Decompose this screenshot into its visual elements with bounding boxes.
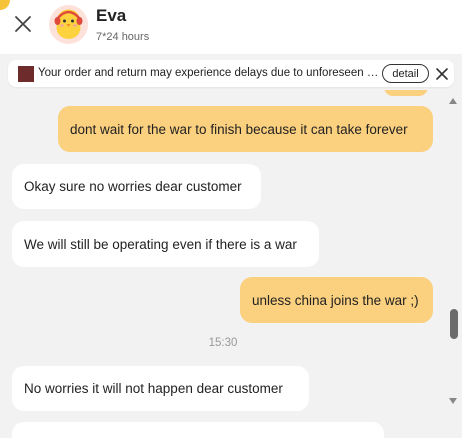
message-text: dont wait for the war to finish because … (70, 121, 408, 137)
message-text: No worries it will not happen dear custo… (24, 381, 283, 396)
agent-name: Eva (96, 6, 127, 25)
scroll-down-arrow-icon[interactable] (449, 398, 457, 404)
message-bubble-agent: No worries it will not happen dear custo… (12, 366, 309, 411)
close-icon[interactable] (435, 67, 449, 81)
message-bubble-partial (384, 90, 428, 96)
message-bubble-user: unless china joins the war ;) (240, 277, 433, 323)
detail-button[interactable]: detail (382, 64, 429, 83)
message-bubble-agent: Okay sure no worries dear customer (12, 164, 261, 209)
message-bubble-agent: We will still be operating even if there… (12, 221, 319, 267)
close-button[interactable] (10, 11, 36, 37)
chat-header: Eva 7*24 hours (0, 0, 462, 54)
corner-accent-dot (0, 0, 10, 10)
message-text: We will still be operating even if there… (24, 236, 297, 252)
chat-scrollbar[interactable] (446, 90, 462, 438)
notice-thumbnail (18, 66, 34, 82)
close-icon (15, 16, 31, 32)
message-bubble-partial (12, 422, 384, 438)
message-timestamp: 15:30 (208, 337, 238, 349)
chat-message-list[interactable]: dont wait for the war to finish because … (0, 90, 446, 438)
delay-notice-banner: Your order and return may experience del… (8, 60, 454, 87)
scroll-up-arrow-icon[interactable] (449, 98, 457, 104)
message-bubble-user: dont wait for the war to finish because … (58, 106, 433, 152)
message-text: unless china joins the war ;) (252, 292, 419, 308)
notice-text: Your order and return may experience del… (38, 67, 380, 79)
agent-availability: 7*24 hours (96, 31, 150, 43)
avatar (49, 5, 88, 44)
scroll-thumb[interactable] (450, 309, 458, 339)
chick-mascot-icon (49, 5, 88, 44)
message-text: Okay sure no worries dear customer (24, 179, 242, 194)
